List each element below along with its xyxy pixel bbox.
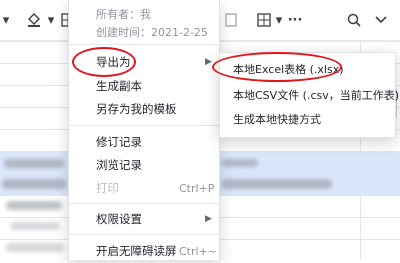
permission-settings-label: 权限设置	[96, 212, 142, 226]
chevron-down-icon[interactable]	[372, 10, 390, 30]
menu-divider	[69, 44, 219, 45]
annotation-circle	[72, 47, 136, 77]
screen-reader-item[interactable]: 开启无障碍读屏 Ctrl+~	[69, 239, 219, 263]
blurred-cell-content	[2, 179, 66, 189]
create-shortcut-label: 生成本地快捷方式	[233, 113, 321, 126]
blurred-cell-content	[10, 222, 60, 230]
paint-bucket-icon[interactable]	[22, 10, 46, 30]
blurred-cell-content	[6, 243, 64, 252]
browse-history-label: 浏览记录	[96, 158, 142, 172]
revision-history-item[interactable]: 修订记录	[69, 130, 219, 154]
print-item: 打印 Ctrl+P	[69, 176, 219, 200]
search-icon[interactable]	[344, 10, 364, 30]
created-time: 创建时间：2021-2-25	[96, 26, 208, 39]
save-as-template-item[interactable]: 另存为我的模板	[69, 97, 219, 121]
create-shortcut-item[interactable]: 生成本地快捷方式	[220, 107, 395, 131]
submenu-arrow-icon: ▶	[205, 57, 212, 67]
annotation-circle	[212, 52, 342, 82]
permission-settings-item[interactable]: 权限设置 ▶	[69, 207, 219, 231]
owner-info: 所有者：我	[96, 8, 151, 21]
make-copy-item[interactable]: 生成副本	[69, 74, 219, 98]
print-label: 打印	[96, 181, 119, 195]
export-csv-item[interactable]: 本地CSV文件 (.csv，当前工作表)	[220, 83, 399, 107]
border-icon[interactable]	[224, 10, 238, 30]
screen-reader-label: 开启无障碍读屏	[96, 244, 177, 258]
export-csv-label: 本地CSV文件 (.csv，当前工作表)	[233, 89, 400, 102]
make-copy-label: 生成副本	[96, 79, 142, 93]
file-menu: 所有者：我 创建时间：2021-2-25 导出为 ▶ 生成副本 另存为我的模板 …	[68, 0, 220, 260]
screen-reader-shortcut: Ctrl+~	[179, 244, 218, 258]
blurred-cell-content	[222, 179, 332, 189]
menu-divider	[69, 125, 219, 126]
browse-history-item[interactable]: 浏览记录	[69, 153, 219, 177]
blurred-cell-content	[6, 201, 62, 210]
paint-caret[interactable]: ▾	[46, 10, 56, 30]
submenu-arrow-icon: ▶	[205, 214, 212, 224]
more-icon[interactable]: ···	[286, 10, 304, 30]
freeze-grid-icon[interactable]	[254, 10, 274, 30]
toolbar-caret[interactable]: ▾	[0, 10, 12, 30]
menu-divider	[69, 203, 219, 204]
blurred-cell-content	[222, 159, 258, 167]
save-as-template-label: 另存为我的模板	[96, 102, 177, 116]
freeze-caret[interactable]: ▾	[274, 10, 284, 30]
menu-divider	[69, 234, 219, 235]
revision-history-label: 修订记录	[96, 135, 142, 149]
print-shortcut: Ctrl+P	[179, 181, 215, 195]
blurred-cell-content	[4, 159, 64, 168]
